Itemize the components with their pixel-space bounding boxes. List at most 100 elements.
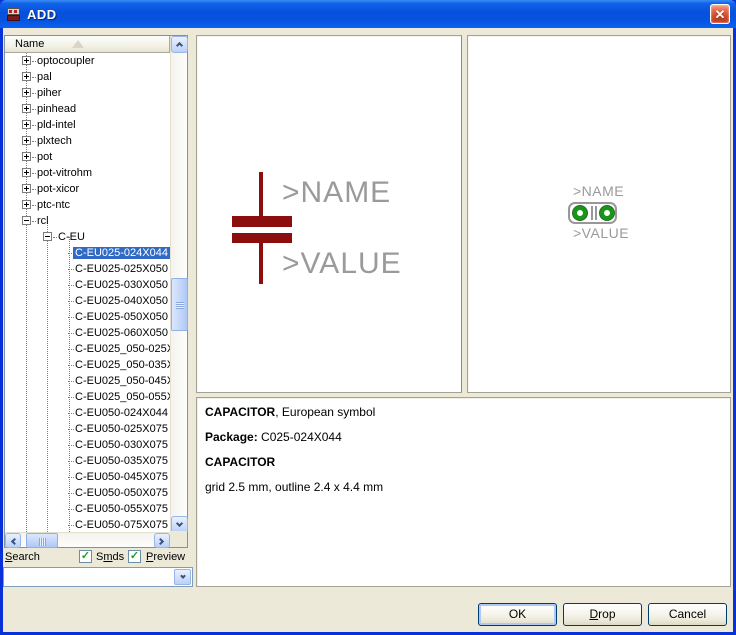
tree-item-label[interactable]: C-EU025_050-025X0 [75, 343, 170, 355]
tree-item-label[interactable]: C-EU050-025X075 [75, 423, 168, 435]
tree-item-label[interactable]: C-EU025-025X050 [75, 263, 168, 275]
description-package: Package: C025-024X044 [205, 431, 730, 444]
tree-item-label[interactable]: C-EU050-055X075 [75, 503, 168, 515]
vertical-scrollbar-thumb[interactable] [171, 278, 188, 331]
tree-item[interactable]: ptc-ntc [5, 197, 170, 213]
description-details: grid 2.5 mm, outline 2.4 x 4.4 mm [205, 481, 730, 494]
horizontal-scrollbar-thumb[interactable] [26, 533, 58, 548]
tree-item[interactable]: piher [5, 85, 170, 101]
search-input[interactable] [5, 569, 173, 585]
tree-item-label[interactable]: C-EU050-075X075 [75, 519, 168, 531]
expand-icon[interactable] [22, 152, 31, 161]
tree-item-label[interactable]: plxtech [37, 135, 72, 147]
tree-item[interactable]: pld-intel [5, 117, 170, 133]
tree-item[interactable]: C-EU050-025X075 [5, 421, 170, 437]
tree-item-label[interactable]: C-EU025-040X050 [75, 295, 168, 307]
tree-item[interactable]: C-EU050-035X075 [5, 453, 170, 469]
expand-icon[interactable] [22, 120, 31, 129]
tree-item[interactable]: C-EU025_050-055X0 [5, 389, 170, 405]
tree-connector-dash [32, 109, 36, 110]
tree-item-label-selected[interactable]: C-EU025-024X044 [73, 247, 170, 259]
ok-button[interactable]: OK [478, 603, 557, 626]
tree-item[interactable]: C-EU025_050-035X0 [5, 357, 170, 373]
symbol-name-placeholder: >NAME [282, 176, 391, 210]
tree-item-label[interactable]: C-EU025-030X050 [75, 279, 168, 291]
tree-item[interactable]: C-EU025-025X050 [5, 261, 170, 277]
tree-item-label[interactable]: C-EU025-050X050 [75, 311, 168, 323]
tree-item[interactable]: pot-xicor [5, 181, 170, 197]
tree-item[interactable]: pot [5, 149, 170, 165]
scroll-left-button[interactable] [5, 533, 21, 548]
tree-item-label[interactable]: C-EU025_050-035X0 [75, 359, 170, 371]
tree-item-label[interactable]: piher [37, 87, 61, 99]
tree-item[interactable]: C-EU025-040X050 [5, 293, 170, 309]
cancel-button[interactable]: Cancel [648, 603, 727, 626]
library-tree-panel: Name optocoupler pal piher pinhead pld-intel… [4, 35, 188, 548]
tree-item-label[interactable]: C-EU [58, 231, 85, 243]
tree-item[interactable]: pot-vitrohm [5, 165, 170, 181]
description-title: CAPACITOR, European symbol [205, 406, 730, 419]
scroll-right-button[interactable] [154, 533, 170, 548]
tree-item-label[interactable]: pot-xicor [37, 183, 79, 195]
tree-item[interactable]: C-EU050-050X075 [5, 485, 170, 501]
expand-icon[interactable] [22, 88, 31, 97]
tree-item-label[interactable]: pinhead [37, 103, 76, 115]
expand-icon[interactable] [22, 168, 31, 177]
package-pad [600, 206, 614, 220]
tree-item-label[interactable]: pot [37, 151, 52, 163]
title-bar: ADD ✕ [0, 0, 736, 28]
tree-item[interactable]: C-EU050-024X044 [5, 405, 170, 421]
expand-icon[interactable] [22, 136, 31, 145]
tree-item[interactable]: rcl [5, 213, 170, 229]
tree-item-label[interactable]: C-EU025-060X050 [75, 327, 168, 339]
tree-item[interactable]: C-EU050-045X075 [5, 469, 170, 485]
tree-item-label[interactable]: C-EU050-035X075 [75, 455, 168, 467]
tree-connector-dash [68, 525, 74, 526]
smds-checkbox[interactable]: ✓ [79, 550, 92, 563]
preview-label[interactable]: Preview [146, 551, 185, 563]
tree-vertical-scrollbar[interactable] [170, 36, 187, 533]
expand-icon[interactable] [22, 200, 31, 209]
tree-item-label[interactable]: C-EU050-050X075 [75, 487, 168, 499]
tree-item-label[interactable]: C-EU050-045X075 [75, 471, 168, 483]
tree-column-header-name[interactable]: Name [5, 36, 170, 53]
tree-item-label[interactable]: pal [37, 71, 52, 83]
tree-connector-dash [68, 285, 74, 286]
scroll-up-button[interactable] [171, 36, 188, 53]
tree-item-label[interactable]: pld-intel [37, 119, 76, 131]
expand-icon[interactable] [22, 104, 31, 113]
tree-item[interactable]: C-EU025-060X050 [5, 325, 170, 341]
tree-item[interactable]: C-EU025-030X050 [5, 277, 170, 293]
tree-item[interactable]: C-EU050-030X075 [5, 437, 170, 453]
tree-item[interactable]: C-EU025_050-025X0 [5, 341, 170, 357]
expand-icon[interactable] [22, 184, 31, 193]
smds-label[interactable]: Smds [96, 551, 124, 563]
tree-item-label[interactable]: C-EU025_050-045X0 [75, 375, 170, 387]
tree-item-label[interactable]: pot-vitrohm [37, 167, 92, 179]
tree-item-label[interactable]: C-EU050-030X075 [75, 439, 168, 451]
tree-item-label[interactable]: C-EU025_050-055X0 [75, 391, 170, 403]
tree-item-label[interactable]: rcl [37, 215, 49, 227]
tree-item[interactable]: optocoupler [5, 53, 170, 69]
tree-item-label[interactable]: optocoupler [37, 55, 95, 67]
preview-checkbox[interactable]: ✓ [128, 550, 141, 563]
tree-item-label[interactable]: C-EU050-024X044 [75, 407, 168, 419]
tree-item[interactable]: C-EU025-024X044 [5, 245, 170, 261]
collapse-icon[interactable] [43, 232, 52, 241]
combo-dropdown-button[interactable] [174, 569, 191, 585]
tree-item[interactable]: C-EU [5, 229, 170, 245]
tree-item-label[interactable]: ptc-ntc [37, 199, 70, 211]
tree-item[interactable]: C-EU050-075X075 [5, 517, 170, 532]
tree-item[interactable]: plxtech [5, 133, 170, 149]
tree-item[interactable]: pinhead [5, 101, 170, 117]
drop-button[interactable]: Drop [563, 603, 642, 626]
tree-item[interactable]: pal [5, 69, 170, 85]
tree-item[interactable]: C-EU050-055X075 [5, 501, 170, 517]
expand-icon[interactable] [22, 56, 31, 65]
tree-horizontal-scrollbar[interactable] [5, 532, 170, 547]
expand-icon[interactable] [22, 72, 31, 81]
collapse-icon[interactable] [22, 216, 31, 225]
close-button[interactable]: ✕ [710, 4, 730, 24]
tree-item[interactable]: C-EU025-050X050 [5, 309, 170, 325]
tree-item[interactable]: C-EU025_050-045X0 [5, 373, 170, 389]
